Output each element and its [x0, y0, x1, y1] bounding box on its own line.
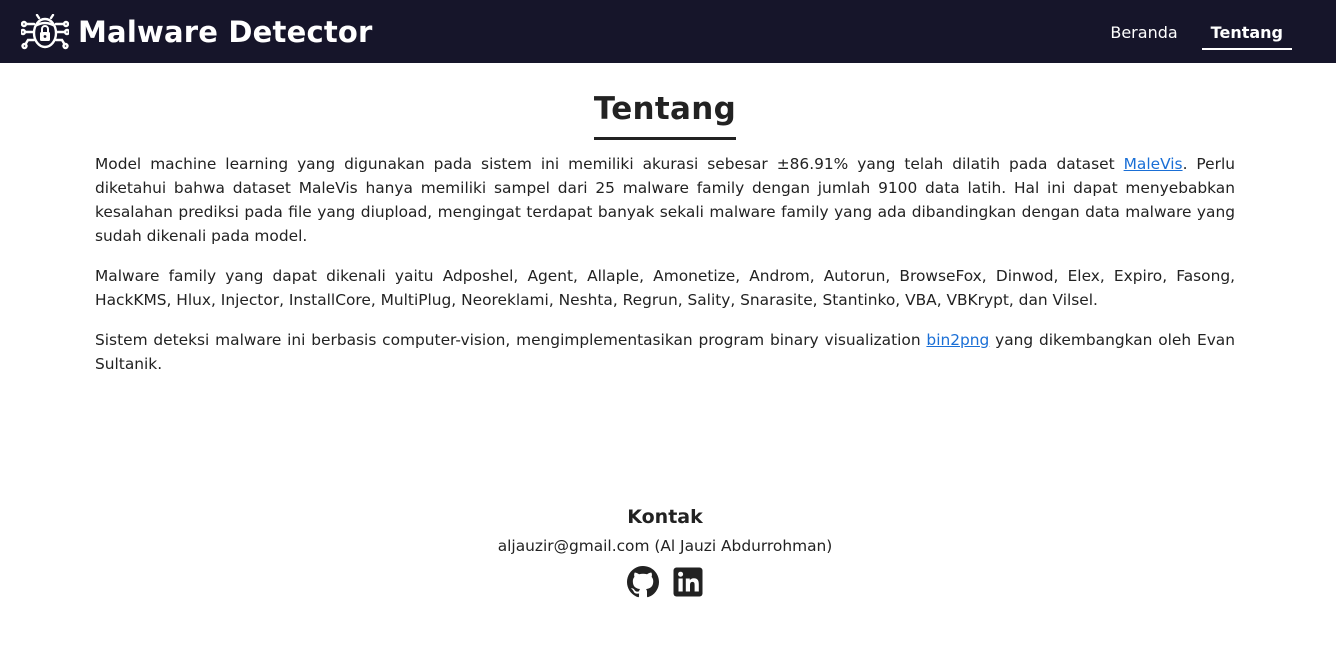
paragraph-families: Malware family yang dapat dikenali yaitu…: [95, 267, 1235, 309]
bin2png-link[interactable]: bin2png: [926, 331, 989, 349]
malevis-link[interactable]: MaleVis: [1124, 155, 1183, 173]
brand-title: Malware Detector: [78, 14, 373, 49]
main-nav: Beranda Tentang: [1088, 0, 1293, 63]
page-title: Tentang: [593, 91, 737, 140]
footer-contact: Kontak aljauzir@gmail.com (Al Jauzi Abdu…: [95, 506, 1235, 598]
paragraph-method: Sistem deteksi malware ini berbasis comp…: [95, 328, 1235, 376]
paragraph-accuracy: Model machine learning yang digunakan pa…: [95, 152, 1235, 248]
main-content: Tentang Model machine learning yang digu…: [0, 63, 1336, 598]
footer-title: Kontak: [627, 506, 703, 528]
bug-circuit-icon: [21, 13, 69, 50]
nav-link-beranda[interactable]: Beranda: [1101, 0, 1186, 63]
brand[interactable]: Malware Detector: [21, 13, 373, 50]
linkedin-icon[interactable]: [672, 566, 704, 598]
navbar: Malware Detector Beranda Tentang: [0, 0, 1336, 63]
paragraph-text: Model machine learning yang digunakan pa…: [95, 155, 1124, 173]
github-icon[interactable]: [626, 566, 659, 598]
paragraph-text: Sistem deteksi malware ini berbasis comp…: [95, 331, 927, 349]
nav-link-tentang[interactable]: Tentang: [1201, 0, 1293, 63]
social-links: [95, 566, 1235, 598]
contact-email: aljauzir@gmail.com (Al Jauzi Abdurrohman…: [497, 537, 833, 555]
